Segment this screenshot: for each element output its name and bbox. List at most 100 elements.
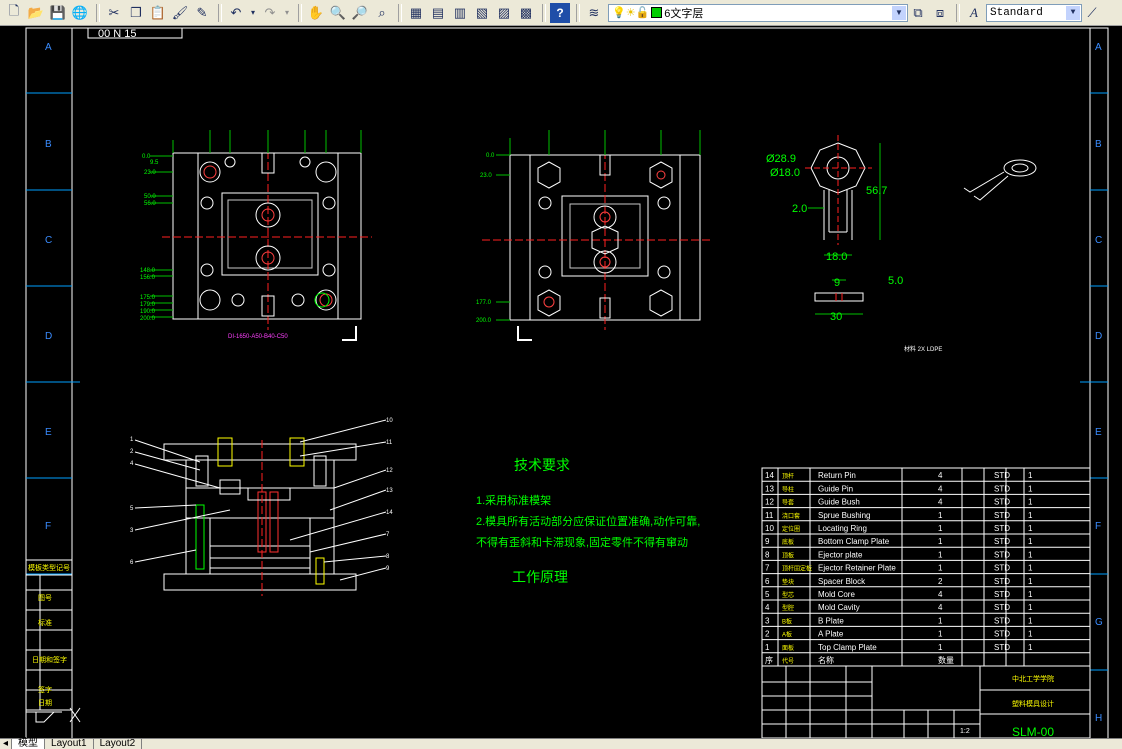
bom-cell-qty: 1 [938,630,943,639]
dim-l-6: 156.0 [140,275,156,281]
bom-cell-n: 1 [1028,564,1033,573]
save-icon[interactable]: 💾 [48,3,68,23]
zone-letters-left: A B C D E F [45,42,52,532]
standard-toolbar: 🗋 📂 💾 🌐 ✂ ❐ 📋 🖌 ✎ ↶ ▾ ↷ ▾ ✋ 🔍 🔎 ⌕ ▦ ▤ ▥ … [0,0,1122,26]
bom-cell-name: Ejector plate [818,550,863,559]
zoom-previous-icon[interactable]: ⌕ [372,3,392,23]
pin-dim-c: 30 [830,311,842,323]
balloon-3: 3 [130,528,134,534]
tech-line-2: 2.模具所有活动部分应保证位置准确,动作可靠, [476,514,700,528]
bom-cell-std: STD [994,603,1010,612]
text-style-value: Standard [990,6,1043,19]
undo-icon[interactable]: ↶ [226,3,246,23]
balloon-14: 14 [386,510,393,516]
zone-letters-right: A B C D E F G H [1095,42,1103,724]
ring-dim-w: 2.0 [792,203,807,215]
dimension-style-icon[interactable]: ⟋ [1082,3,1102,23]
bom-cell-qty: 1 [938,550,943,559]
pan-icon[interactable]: ✋ [306,3,326,23]
bom-cell-n: 1 [1028,550,1033,559]
layer-dropdown-arrow-icon[interactable]: ▼ [892,5,906,20]
mold-plan-view-mid [482,140,712,330]
bom-cell-qty: 4 [938,484,943,493]
properties-icon[interactable]: ▦ [406,3,426,23]
bom-cell-no: 2 [765,630,770,639]
bom-cell-n: 1 [1028,590,1033,599]
layer-name: 6文字层 [664,7,704,20]
dim-l-1: 9.5 [150,160,159,166]
text-style-dropdown[interactable]: Standard ▼ [986,3,1082,22]
bom-cell-std: STD [994,498,1010,507]
top-label-box: 00 N 15 [87,27,183,40]
bom-cell-no: 1 [765,643,770,652]
redo-icon[interactable]: ↷ [260,3,280,23]
bom-cell-code: 垫块 [782,578,794,586]
open-file-icon[interactable]: 📂 [26,3,46,23]
top-label: 00 N 15 [98,28,137,40]
bom-cell-name: Mold Core [818,590,855,599]
left-label-4: 日期和签字 [32,655,67,664]
sheet-set-icon[interactable]: ▧ [472,3,492,23]
bom-cell-code: 底板 [782,538,794,546]
bom-cell-n: 1 [1028,498,1033,507]
text-style-icon[interactable]: A [964,3,984,23]
bom-cell-qty: 4 [938,471,943,480]
bom-cell-qty: 4 [938,603,943,612]
match-properties-icon[interactable]: 🖌 [170,3,190,23]
bom-cell-std: STD [994,471,1010,480]
help-icon[interactable]: ? [550,2,570,23]
bom-cell-name: Return Pin [818,471,856,480]
make-current-layer-icon[interactable]: ⧉ [908,3,928,23]
bom-cell-no: 11 [765,511,774,520]
left-label-2: 图号 [38,594,52,602]
bom-cell-n: 1 [1028,524,1033,533]
pin-dim-b: 5.0 [888,275,903,287]
design-center-icon[interactable]: ▤ [428,3,448,23]
layer-previous-icon[interactable]: ⧈ [930,3,950,23]
left-label-3: 标准 [38,618,52,627]
bom-cell-n: 1 [1028,484,1033,493]
material-note: 材料 2X LDPE [904,345,942,353]
zone-e-left: E [45,427,52,438]
text-style-dropdown-arrow-icon[interactable]: ▼ [1066,5,1080,20]
new-file-icon[interactable]: 🗋 [4,3,24,23]
publish-icon[interactable]: 🌐 [70,3,90,23]
zoom-realtime-icon[interactable]: 🔍 [328,3,348,23]
bom-cell-n: 1 [1028,537,1033,546]
mold-plan-left-dim-text: 0.0 9.5 23.0 50.0 56.0 148.0 156.0 175.0… [140,154,159,322]
bom-cell-name: Sprue Bushing [818,511,870,520]
cut-icon[interactable]: ✂ [104,3,124,23]
section-mark-mid [517,326,532,341]
block-editor-icon[interactable]: ✎ [192,3,212,23]
balloon-5: 5 [130,506,134,512]
bom-cell-name: Mold Cavity [818,603,860,612]
bom-cell-qty: 数量 [938,655,954,665]
balloon-4: 4 [130,461,134,467]
markup-icon[interactable]: ▨ [494,3,514,23]
bom-cell-name: B Plate [818,616,844,625]
drawing-canvas[interactable]: A B C D E F A B C D E F G H 00 N 15 模板类型… [0,26,1122,738]
zone-a-right: A [1095,42,1102,53]
tech-line-3: 不得有歪斜和卡滞现象,固定零件不得有窜动 [476,535,688,549]
zoom-window-icon[interactable]: 🔎 [350,3,370,23]
balloon-2: 2 [130,449,134,455]
bom-cell-no: 10 [765,524,774,533]
layer-manager-icon[interactable]: ≋ [584,3,604,23]
pin-dim-a: 9 [834,277,840,289]
bom-cell-no: 7 [765,564,770,573]
paste-icon[interactable]: 📋 [148,3,168,23]
zone-b-left: B [45,139,52,150]
ring-dim-d2: Ø18.0 [770,167,800,179]
layer-dropdown[interactable]: 💡 ☀ 🔓 6文字层 ▼ [608,3,908,22]
tool-palettes-icon[interactable]: ▥ [450,3,470,23]
calculator-icon[interactable]: ▩ [516,3,536,23]
bom-cell-n: 1 [1028,577,1033,586]
bom-cell-std: STD [994,511,1010,520]
bom-cell-no: 5 [765,590,770,599]
bom-cell-code: 顶杆固定板 [782,565,812,573]
zone-c-left: C [45,235,52,246]
copy-icon[interactable]: ❐ [126,3,146,23]
mold-plan-mid-dim-text: 0.0 23.0 177.0 200.0 [476,153,495,324]
undo-dropdown-icon[interactable]: ▾ [248,3,258,23]
redo-dropdown-icon[interactable]: ▾ [282,3,292,23]
